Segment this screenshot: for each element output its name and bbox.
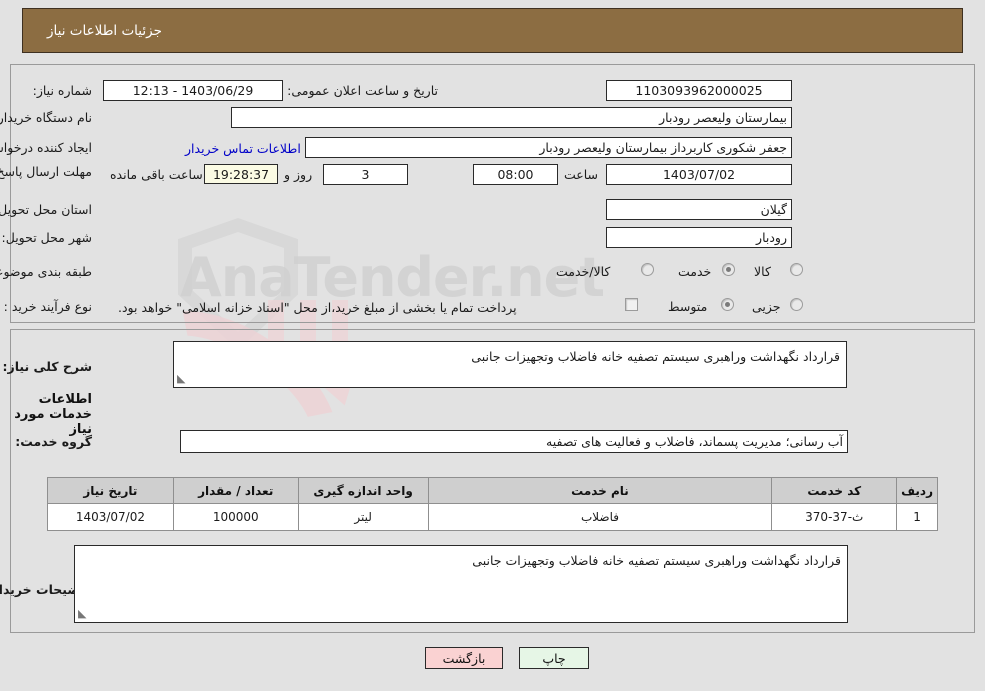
table-row: 1 ث-37-370 فاضلاب لیتر 100000 1403/07/02 (47, 503, 938, 531)
radio-subject-kala-khedmat[interactable] (641, 263, 654, 276)
cell-need-date: 1403/07/02 (47, 503, 174, 531)
general-description-text: قرارداد نگهداشت وراهبری سیستم تصفیه خانه… (471, 349, 840, 364)
radio-subject-khedmat-label: خدمت (678, 264, 712, 279)
need-number-label: شماره نیاز: (32, 83, 92, 98)
items-table: ردیف کد خدمت نام خدمت واحد اندازه گیری ت… (47, 477, 938, 531)
purchase-process-label: نوع فرآیند خرید : (3, 299, 92, 314)
page-title: جزئیات اطلاعات نیاز (47, 22, 162, 39)
th-service-name: نام خدمت (427, 477, 773, 504)
general-description-textarea[interactable]: قرارداد نگهداشت وراهبری سیستم تصفیه خانه… (173, 341, 847, 388)
cell-row-no: 1 (896, 503, 938, 531)
th-unit: واحد اندازه گیری (297, 477, 429, 504)
delivery-province-field[interactable]: گیلان (606, 199, 792, 220)
service-group-label: گروه خدمت: (15, 434, 92, 449)
radio-subject-kala[interactable] (790, 263, 803, 276)
treasury-docs-checkbox[interactable] (625, 298, 638, 311)
service-group-field[interactable]: آب رسانی؛ مدیریت پسماند، فاضلاب و فعالیت… (180, 430, 848, 453)
cell-service-code: ث-37-370 (771, 503, 898, 531)
general-description-label: شرح کلی نیاز: (2, 359, 92, 374)
treasury-docs-label: پرداخت تمام یا بخشی از مبلغ خرید،از محل … (118, 300, 517, 315)
cell-unit: لیتر (297, 503, 429, 531)
time-remaining-label: ساعت باقی مانده (110, 167, 203, 182)
need-info-panel (10, 64, 975, 323)
back-button[interactable]: بازگشت (425, 647, 503, 669)
resize-grip-icon[interactable]: ◢ (177, 372, 189, 385)
table-header-row: ردیف کد خدمت نام خدمت واحد اندازه گیری ت… (47, 477, 938, 504)
radio-subject-kala-label: کالا (754, 264, 771, 279)
requester-field[interactable]: جعفر شکوری کاربرداز بیمارستان ولیعصر رود… (305, 137, 792, 158)
radio-process-jozee-label: جزیی (752, 299, 781, 314)
radio-subject-khedmat[interactable] (722, 263, 735, 276)
announce-datetime-field[interactable]: 1403/06/29 - 12:13 (103, 80, 283, 101)
th-need-date: تاریخ نیاز (47, 477, 174, 504)
deadline-label: مهلت ارسال پاسخ: تا تاریخ: (0, 164, 92, 179)
deadline-hour-label: ساعت (564, 167, 599, 182)
requester-label: ایجاد کننده درخواست: (0, 140, 92, 155)
days-remaining-label: روز و (284, 167, 313, 182)
radio-process-motevaset-label: متوسط (668, 299, 708, 314)
buyer-contact-link[interactable]: اطلاعات تماس خریدار (185, 141, 301, 156)
buyer-org-label: نام دستگاه خریدار: (0, 110, 92, 125)
need-number-field[interactable]: 1103093962000025 (606, 80, 792, 101)
th-row-no: ردیف (896, 477, 938, 504)
subject-category-label: طبقه بندی موضوعی: (0, 264, 92, 279)
time-remaining-field: 19:28:37 (204, 164, 278, 184)
buyer-notes-text: قرارداد نگهداشت وراهبری سیستم تصفیه خانه… (472, 553, 841, 568)
days-remaining-field[interactable]: 3 (323, 164, 408, 185)
delivery-city-label: شهر محل تحویل: (1, 230, 92, 245)
services-section-title: اطلاعات خدمات مورد نیاز (14, 392, 92, 437)
th-quantity: تعداد / مقدار (172, 477, 299, 504)
print-button[interactable]: چاپ (519, 647, 589, 669)
delivery-province-label: استان محل تحویل: (0, 202, 92, 217)
deadline-hour-field[interactable]: 08:00 (473, 164, 558, 185)
cell-service-name: فاضلاب (427, 503, 773, 531)
radio-process-motevaset[interactable] (721, 298, 734, 311)
buyer-org-field[interactable]: بیمارستان ولیعصر رودبار (231, 107, 792, 128)
page-root: AnaTender.net جزئیات اطلاعات نیاز شماره … (0, 0, 985, 691)
radio-subject-kala-khedmat-label: کالا/خدمت (556, 264, 611, 279)
window-title-bar: جزئیات اطلاعات نیاز (22, 8, 963, 53)
resize-grip-icon-2[interactable]: ◢ (78, 607, 90, 620)
delivery-city-field[interactable]: رودبار (606, 227, 792, 248)
th-service-code: کد خدمت (771, 477, 898, 504)
cell-quantity: 100000 (172, 503, 299, 531)
announce-datetime-label: تاریخ و ساعت اعلان عمومی: (287, 83, 438, 98)
deadline-date-field[interactable]: 1403/07/02 (606, 164, 792, 185)
buyer-notes-textarea[interactable]: قرارداد نگهداشت وراهبری سیستم تصفیه خانه… (74, 545, 848, 623)
radio-process-jozee[interactable] (790, 298, 803, 311)
